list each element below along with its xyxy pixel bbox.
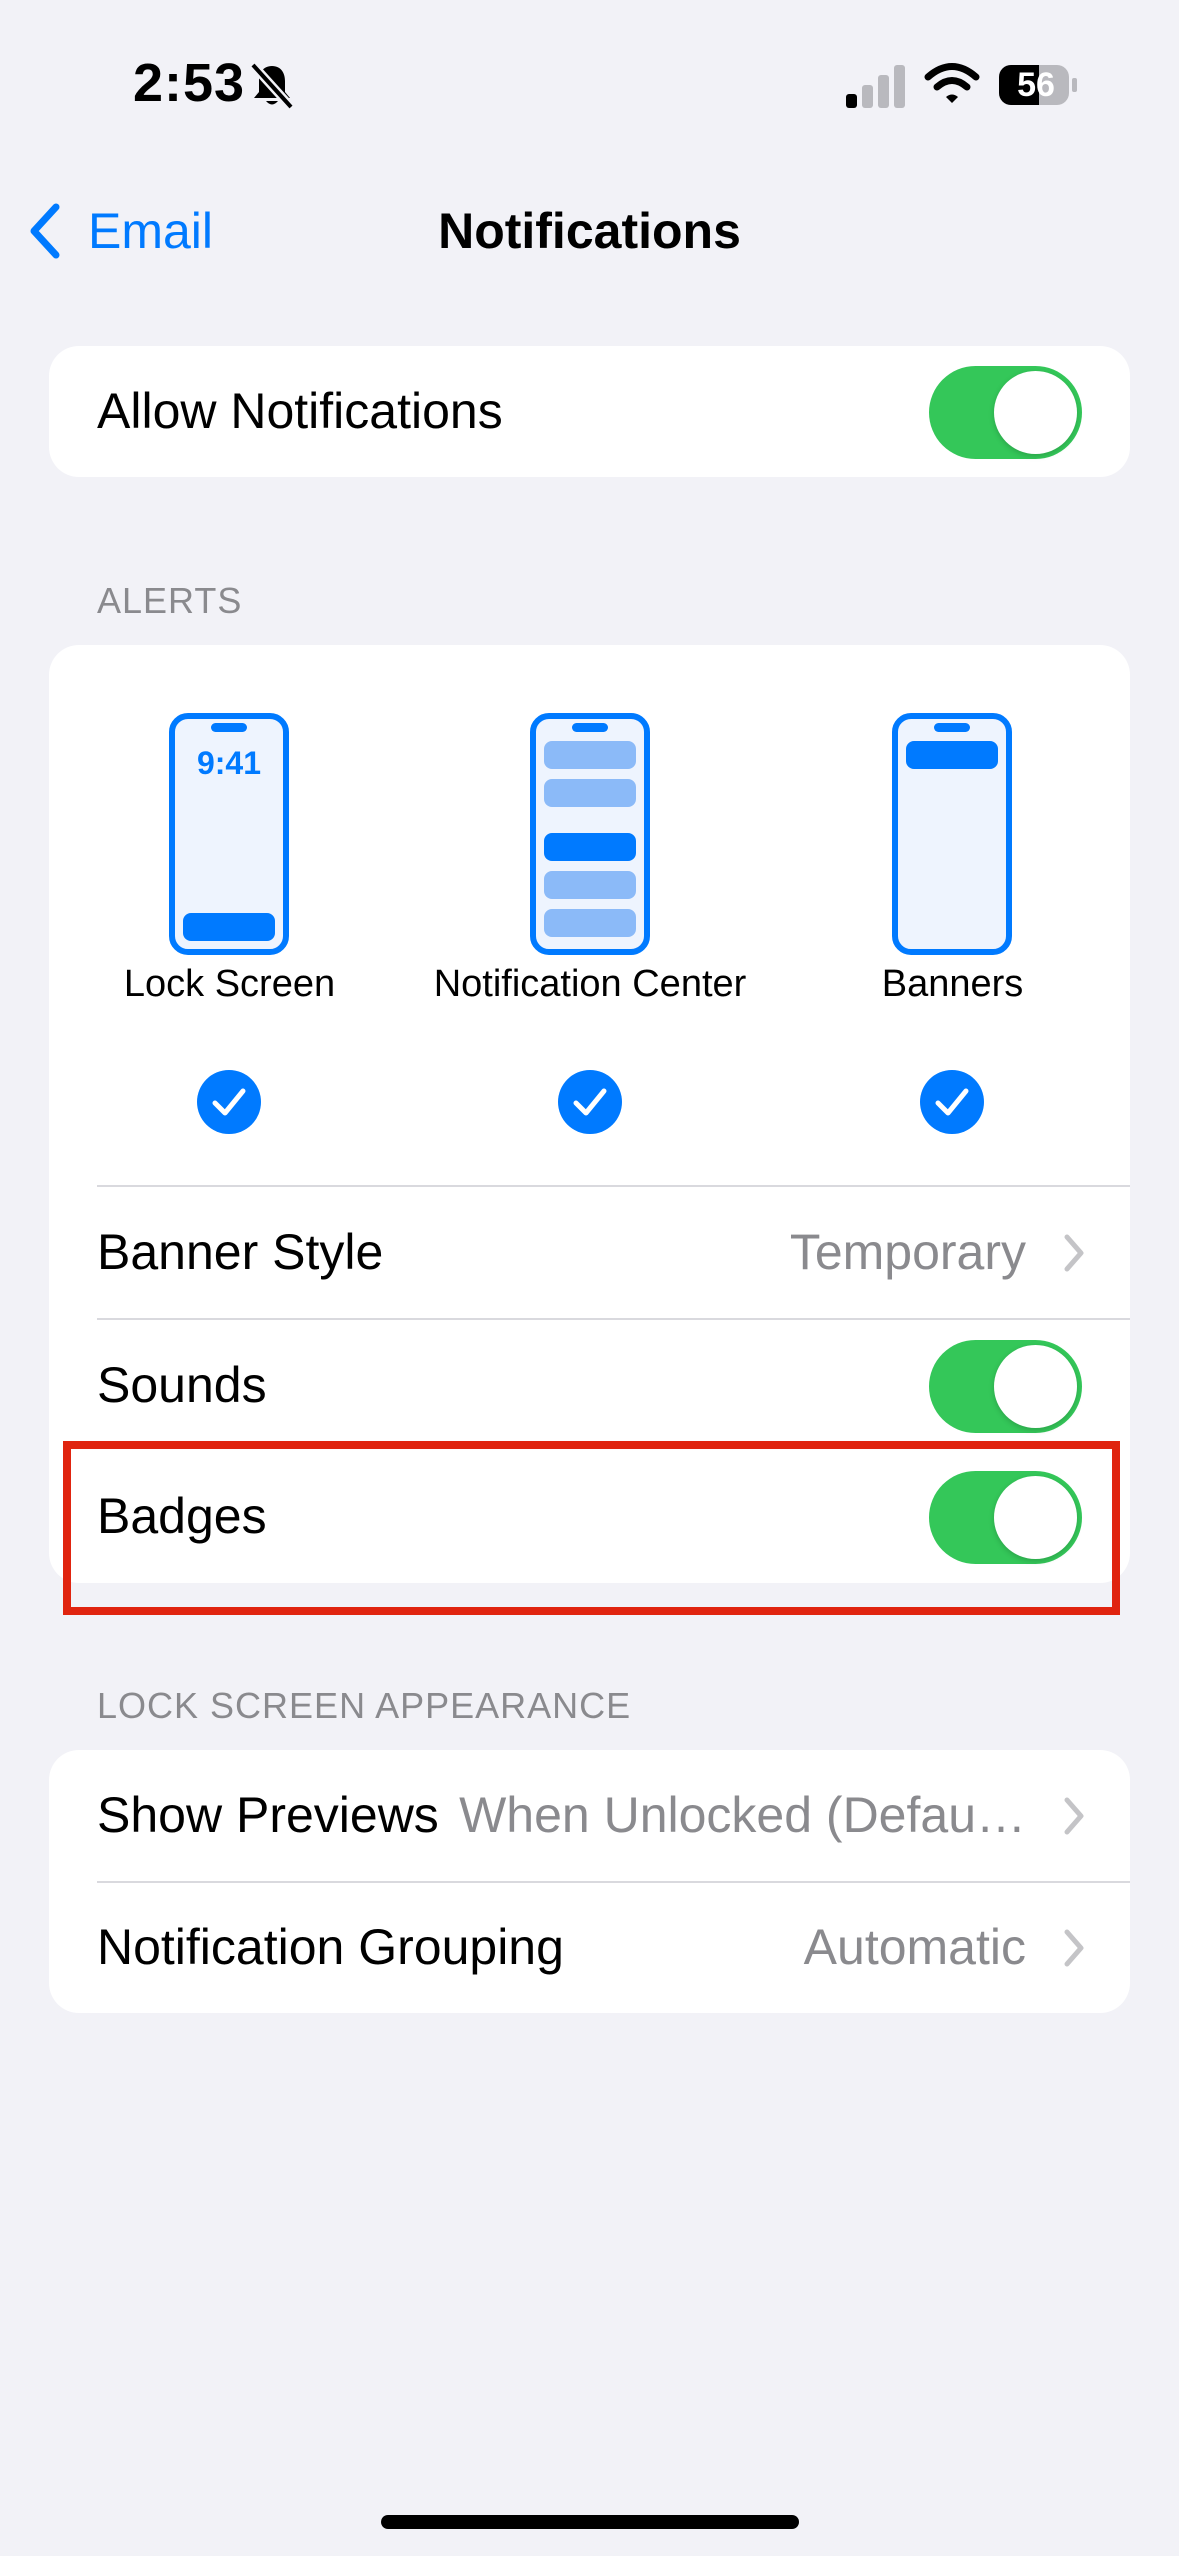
- show-previews-row[interactable]: Show Previews When Unlocked (Defau…: [49, 1750, 1130, 1881]
- alert-style-label: Notification Center: [433, 963, 747, 1005]
- allow-notifications-toggle[interactable]: [929, 366, 1082, 459]
- notification-grouping-row[interactable]: Notification Grouping Automatic: [49, 1882, 1130, 2013]
- alerts-group: 9:41 Lock Screen Notification Center Ban…: [49, 645, 1130, 1583]
- home-indicator[interactable]: [381, 2515, 799, 2529]
- chevron-right-icon: [1064, 1797, 1084, 1835]
- bell-slash-icon: [250, 62, 294, 110]
- sounds-row: Sounds: [49, 1320, 1130, 1451]
- allow-notifications-label: Allow Notifications: [97, 383, 503, 439]
- lock-screen-appearance-header: LOCK SCREEN APPEARANCE: [97, 1685, 632, 1726]
- cellular-signal-icon: [846, 65, 905, 108]
- badges-toggle[interactable]: [929, 1471, 1082, 1564]
- banner-style-value: Temporary: [789, 1224, 1026, 1280]
- battery-level: 56: [1017, 66, 1055, 104]
- chevron-right-icon: [1064, 1234, 1084, 1272]
- show-previews-value: When Unlocked (Defau…: [459, 1787, 1026, 1843]
- alerts-section-header: ALERTS: [97, 580, 243, 621]
- allow-notifications-group: Allow Notifications: [49, 346, 1130, 477]
- alert-style-notification-center[interactable]: Notification Center: [410, 645, 770, 1165]
- checkmark-circle-icon[interactable]: [558, 1070, 622, 1134]
- alert-style-lock-screen[interactable]: 9:41 Lock Screen: [97, 645, 362, 1165]
- lock-screen-preview-time: 9:41: [196, 745, 262, 781]
- banners-phone-icon: [892, 713, 1012, 955]
- checkmark-circle-icon[interactable]: [920, 1070, 984, 1134]
- sounds-label: Sounds: [97, 1357, 267, 1413]
- badges-label: Badges: [97, 1488, 267, 1544]
- allow-notifications-row: Allow Notifications: [49, 346, 1130, 477]
- show-previews-label: Show Previews: [97, 1787, 439, 1843]
- alert-style-label: Banners: [881, 963, 1024, 1005]
- alert-style-banners[interactable]: Banners: [820, 645, 1085, 1165]
- chevron-right-icon: [1064, 1929, 1084, 1967]
- status-time: 2:53: [133, 53, 246, 113]
- notification-grouping-value: Automatic: [803, 1919, 1026, 1975]
- wifi-icon: [924, 63, 980, 103]
- lock-screen-appearance-group: Show Previews When Unlocked (Defau… Noti…: [49, 1750, 1130, 2013]
- banner-style-row[interactable]: Banner Style Temporary: [49, 1187, 1130, 1318]
- notification-grouping-label: Notification Grouping: [97, 1919, 564, 1975]
- toggle-knob: [994, 1345, 1077, 1428]
- banner-style-label: Banner Style: [97, 1224, 384, 1280]
- notification-center-phone-icon: [530, 713, 650, 955]
- toggle-knob: [994, 371, 1077, 454]
- sounds-toggle[interactable]: [929, 1340, 1082, 1433]
- checkmark-circle-icon[interactable]: [197, 1070, 261, 1134]
- page-title: Notifications: [438, 203, 741, 259]
- toggle-knob: [994, 1476, 1077, 1559]
- alert-style-label: Lock Screen: [123, 963, 336, 1005]
- status-bar: 2:53 56: [0, 0, 1179, 170]
- badges-row: Badges: [49, 1451, 1130, 1582]
